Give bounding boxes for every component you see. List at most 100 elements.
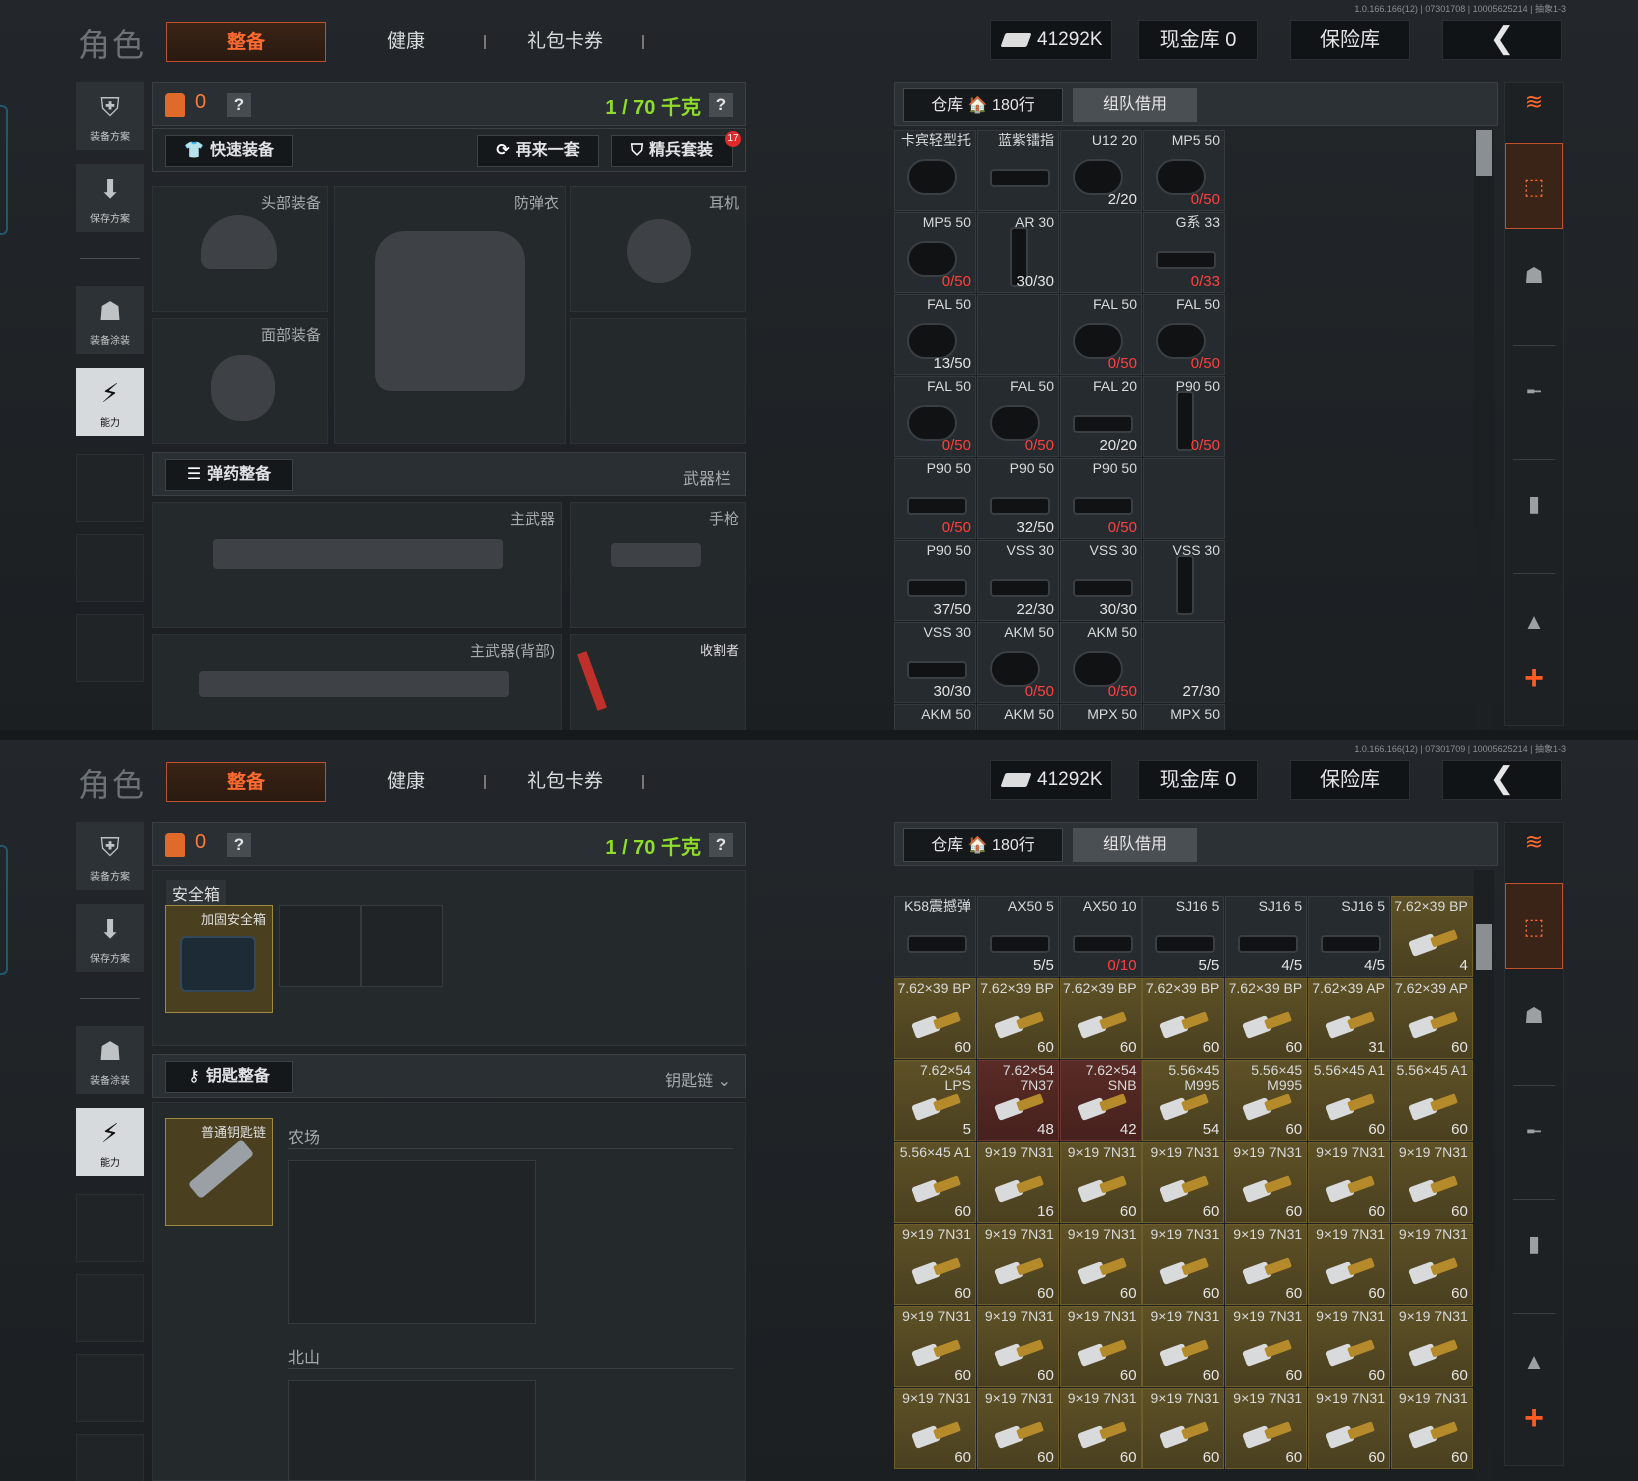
- inventory-item[interactable]: VSS 30 30/30: [1060, 540, 1142, 621]
- inventory-item[interactable]: SJ16 5 4/5: [1308, 896, 1390, 977]
- inventory-item[interactable]: 9×19 7N31 60: [976, 1224, 1059, 1305]
- inventory-item[interactable]: 9×19 7N31 60: [1142, 1142, 1225, 1223]
- inventory-item[interactable]: SJ16 5 5/5: [1142, 896, 1225, 977]
- tab-health[interactable]: 健康: [326, 22, 486, 62]
- inventory-item[interactable]: VSS 30 22/30: [977, 540, 1059, 621]
- inventory-item[interactable]: 9×19 7N31 60: [1142, 1224, 1225, 1305]
- tab-equip[interactable]: 整备: [166, 762, 326, 802]
- inventory-item[interactable]: 7.62×54 LPS 5: [894, 1060, 976, 1141]
- inventory-item[interactable]: [1143, 458, 1225, 539]
- inventory-item[interactable]: 9×19 7N31 60: [1059, 1388, 1142, 1469]
- inventory-item[interactable]: 7.62×39 BP 60: [1059, 978, 1142, 1059]
- inventory-item[interactable]: MP5 50 0/50: [894, 212, 976, 293]
- tab-health[interactable]: 健康: [326, 762, 486, 802]
- add-icon[interactable]: +: [1505, 659, 1563, 698]
- inventory-item[interactable]: 9×19 7N31 60: [1225, 1388, 1308, 1469]
- inventory-item[interactable]: AKM 50 0/50: [1060, 622, 1142, 703]
- back-button[interactable]: ❮: [1442, 20, 1562, 60]
- key-chain-item[interactable]: 普通钥匙链: [165, 1118, 273, 1226]
- safe-vault-button[interactable]: 保险库: [1290, 20, 1410, 60]
- back-button[interactable]: ❮: [1442, 760, 1562, 800]
- inventory-item[interactable]: G系 33 0/33: [1143, 212, 1225, 293]
- tab-warehouse[interactable]: 仓库 🏠 180行: [903, 88, 1063, 122]
- inventory-item[interactable]: 7.62×54 7N37 48: [976, 1060, 1059, 1141]
- help-icon[interactable]: ?: [709, 833, 733, 857]
- inventory-item[interactable]: 9×19 7N31 60: [894, 1388, 976, 1469]
- inventory-item[interactable]: FAL 50 0/50: [1060, 294, 1142, 375]
- inventory-item[interactable]: AX50 5 5/5: [976, 896, 1059, 977]
- tab-gift[interactable]: 礼包卡券: [485, 762, 645, 802]
- tab-team-borrow[interactable]: 组队借用: [1073, 828, 1197, 862]
- inventory-item[interactable]: MPX 50: [1060, 704, 1142, 730]
- inventory-item[interactable]: 9×19 7N31 60: [894, 1306, 976, 1387]
- ammo-filter-icon[interactable]: ▲: [1505, 1349, 1563, 1375]
- safe-slot[interactable]: [279, 905, 361, 987]
- inventory-item[interactable]: 7.62×39 BP 60: [976, 978, 1059, 1059]
- inventory-item[interactable]: AR 30 30/30: [977, 212, 1059, 293]
- inventory-item[interactable]: 9×19 7N31 60: [1390, 1388, 1473, 1469]
- inventory-item[interactable]: AKM 50: [977, 704, 1059, 730]
- inventory-item[interactable]: 9×19 7N31 60: [1390, 1224, 1473, 1305]
- rifle-filter-icon[interactable]: ╾: [1505, 379, 1563, 405]
- inventory-item[interactable]: FAL 50 0/50: [1143, 294, 1225, 375]
- inventory-item[interactable]: 9×19 7N31 60: [1142, 1388, 1225, 1469]
- safe-slot[interactable]: [361, 905, 443, 987]
- slot-melee[interactable]: 收割者: [570, 634, 746, 730]
- inventory-item[interactable]: 9×19 7N31 60: [1225, 1306, 1308, 1387]
- scrollbar[interactable]: [1474, 130, 1494, 730]
- nav-ability[interactable]: ⚡ 能力: [76, 1108, 144, 1176]
- inventory-item[interactable]: P90 50 37/50: [894, 540, 976, 621]
- inventory-item[interactable]: 9×19 7N31 16: [976, 1142, 1059, 1223]
- inventory-item[interactable]: 9×19 7N31 60: [1308, 1224, 1390, 1305]
- ammo-filter-icon[interactable]: ▲: [1505, 609, 1563, 635]
- inventory-item[interactable]: 7.62×39 AP 31: [1308, 978, 1390, 1059]
- inventory-item[interactable]: U12 20 2/20: [1060, 130, 1142, 211]
- elite-set-button[interactable]: ⛉ 精兵套装: [611, 135, 733, 167]
- filter-all-icon[interactable]: ⬚: [1505, 143, 1563, 229]
- add-icon[interactable]: +: [1505, 1399, 1563, 1438]
- cash-vault-button[interactable]: 现金库 0: [1138, 760, 1258, 800]
- inventory-item[interactable]: [1060, 212, 1142, 293]
- inventory-item[interactable]: 9×19 7N31 60: [1225, 1224, 1308, 1305]
- inventory-item[interactable]: 5.56×45 M995 54: [1142, 1060, 1225, 1141]
- inventory-item[interactable]: 卡宾轻型托: [894, 130, 976, 211]
- nav-ability[interactable]: ⚡ 能力: [76, 368, 144, 436]
- inventory-item[interactable]: 蓝紫镭指: [977, 130, 1059, 211]
- help-icon[interactable]: ?: [227, 833, 251, 857]
- inventory-item[interactable]: 9×19 7N31 60: [1225, 1142, 1308, 1223]
- quick-equip-button[interactable]: 👕 快速装备: [165, 135, 293, 167]
- inventory-item[interactable]: 9×19 7N31 60: [1059, 1224, 1142, 1305]
- stack-icon[interactable]: ≋: [1505, 89, 1563, 115]
- inventory-item[interactable]: P90 50 32/50: [977, 458, 1059, 539]
- key-chain-dropdown[interactable]: 钥匙链 ⌄: [665, 1067, 731, 1091]
- slot-primary-back[interactable]: 主武器(背部): [152, 634, 562, 730]
- inventory-item[interactable]: 9×19 7N31 60: [1308, 1388, 1390, 1469]
- magazine-filter-icon[interactable]: ▮: [1505, 491, 1563, 517]
- inventory-item[interactable]: 5.56×45 M995 60: [1225, 1060, 1308, 1141]
- nav-loadout-plan[interactable]: ⛨ 装备方案: [76, 822, 144, 890]
- helmet-filter-icon[interactable]: ☗: [1505, 263, 1563, 289]
- slot-armor[interactable]: 防弹衣: [334, 186, 566, 444]
- inventory-item[interactable]: MP5 50 0/50: [1143, 130, 1225, 211]
- scrollbar[interactable]: [1474, 870, 1494, 1481]
- inventory-item[interactable]: 9×19 7N31 60: [1142, 1306, 1225, 1387]
- inventory-item[interactable]: 9×19 7N31 60: [1308, 1306, 1390, 1387]
- inventory-item[interactable]: 7.62×39 BP 60: [894, 978, 976, 1059]
- help-icon[interactable]: ?: [709, 93, 733, 117]
- inventory-item[interactable]: 5.56×45 A1 60: [1390, 1060, 1473, 1141]
- inventory-item[interactable]: FAL 50 0/50: [894, 376, 976, 457]
- slot-face[interactable]: 面部装备: [152, 318, 328, 444]
- scroll-thumb[interactable]: [1476, 130, 1492, 176]
- inventory-item[interactable]: 7.62×39 BP 60: [1225, 978, 1308, 1059]
- ammo-equip-button[interactable]: ☰ 弹药整备: [165, 459, 293, 491]
- inventory-item[interactable]: FAL 20 20/20: [1060, 376, 1142, 457]
- inventory-item[interactable]: 27/30: [1143, 622, 1225, 703]
- inventory-item[interactable]: 9×19 7N31 60: [1390, 1142, 1473, 1223]
- inventory-item[interactable]: P90 50 0/50: [1060, 458, 1142, 539]
- again-button[interactable]: ⟳ 再来一套: [477, 135, 599, 167]
- inventory-item[interactable]: 9×19 7N31 60: [976, 1306, 1059, 1387]
- slot-primary[interactable]: 主武器: [152, 502, 562, 628]
- slot-headset[interactable]: 耳机: [570, 186, 746, 312]
- filter-all-icon[interactable]: ⬚: [1505, 883, 1563, 969]
- inventory-item[interactable]: AKM 50: [894, 704, 976, 730]
